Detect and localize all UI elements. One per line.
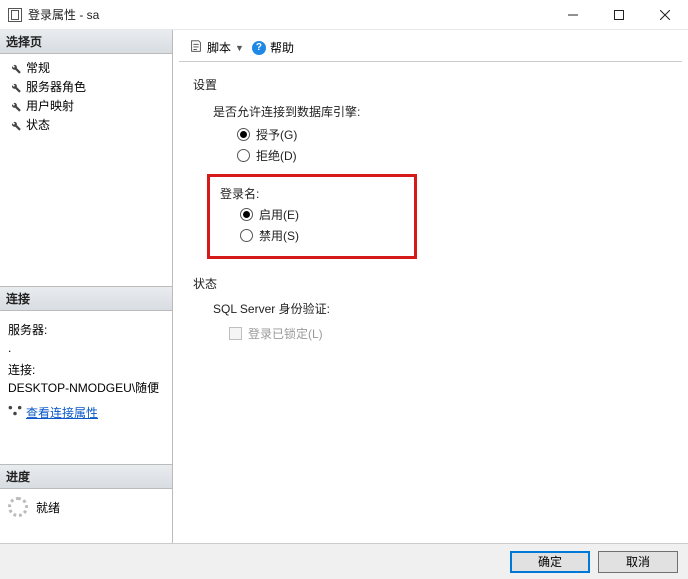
page-item-label: 服务器角色 xyxy=(26,78,86,95)
wrench-icon xyxy=(8,118,22,132)
network-icon xyxy=(8,403,22,422)
radio-icon xyxy=(237,128,250,141)
status-heading: 状态 xyxy=(193,275,668,292)
cancel-label: 取消 xyxy=(626,553,650,570)
login-locked-label: 登录已锁定(L) xyxy=(248,325,323,342)
script-button[interactable]: 脚本 ▼ xyxy=(189,39,244,56)
radio-icon xyxy=(240,229,253,242)
wrench-icon xyxy=(8,61,22,75)
permission-label: 是否允许连接到数据库引擎: xyxy=(213,103,668,120)
cancel-button[interactable]: 取消 xyxy=(598,551,678,573)
toolbar: 脚本 ▼ ? 帮助 xyxy=(179,34,682,62)
login-locked-checkbox: 登录已锁定(L) xyxy=(229,325,668,342)
deny-radio[interactable]: 拒绝(D) xyxy=(237,147,668,164)
connection-value: DESKTOP-NMODGEU\随便 xyxy=(8,379,164,397)
page-list: 常规 服务器角色 用户映射 状态 xyxy=(0,54,172,138)
checkbox-icon xyxy=(229,327,242,340)
wrench-icon xyxy=(8,80,22,94)
ok-label: 确定 xyxy=(538,553,562,570)
script-icon xyxy=(189,39,203,56)
progress-status: 就绪 xyxy=(36,499,60,516)
progress-block: 就绪 xyxy=(0,489,172,525)
server-label: 服务器: xyxy=(8,321,164,339)
spinner-icon xyxy=(8,497,28,517)
progress-header: 进度 xyxy=(0,464,172,489)
disable-label: 禁用(S) xyxy=(259,227,299,244)
view-connection-properties-link[interactable]: 查看连接属性 xyxy=(8,403,98,422)
minimize-button[interactable] xyxy=(550,0,596,30)
login-label: 登录名: xyxy=(220,185,354,202)
page-item-general[interactable]: 常规 xyxy=(4,58,168,77)
main-area: 选择页 常规 服务器角色 用户映射 状态 连接 服务器: . 连 xyxy=(0,30,688,543)
login-highlight-box: 登录名: 启用(E) 禁用(S) xyxy=(207,174,417,259)
grant-label: 授予(G) xyxy=(256,126,297,143)
help-button[interactable]: ? 帮助 xyxy=(252,39,294,56)
sql-auth-label: SQL Server 身份验证: xyxy=(213,300,668,317)
window-title: 登录属性 - sa xyxy=(28,6,99,23)
connection-label: 连接: xyxy=(8,361,164,379)
ok-button[interactable]: 确定 xyxy=(510,551,590,573)
radio-icon xyxy=(240,208,253,221)
disable-radio[interactable]: 禁用(S) xyxy=(240,227,354,244)
page-item-user-mapping[interactable]: 用户映射 xyxy=(4,96,168,115)
help-label: 帮助 xyxy=(270,39,294,56)
deny-label: 拒绝(D) xyxy=(256,147,297,164)
grant-radio[interactable]: 授予(G) xyxy=(237,126,668,143)
script-label: 脚本 xyxy=(207,39,231,56)
connection-info: 服务器: . 连接: DESKTOP-NMODGEU\随便 查看连接属性 xyxy=(0,311,172,428)
chevron-down-icon: ▼ xyxy=(235,43,244,53)
help-icon: ? xyxy=(252,41,266,55)
title-bar: 登录属性 - sa xyxy=(0,0,688,30)
page-item-label: 常规 xyxy=(26,59,50,76)
select-page-header: 选择页 xyxy=(0,30,172,54)
sidebar: 选择页 常规 服务器角色 用户映射 状态 连接 服务器: . 连 xyxy=(0,30,173,543)
enable-radio[interactable]: 启用(E) xyxy=(240,206,354,223)
connection-header: 连接 xyxy=(0,286,172,311)
radio-icon xyxy=(237,149,250,162)
server-value: . xyxy=(8,339,164,357)
page-item-status[interactable]: 状态 xyxy=(4,115,168,134)
content-area: 设置 是否允许连接到数据库引擎: 授予(G) 拒绝(D) 登录名: 启用(E) xyxy=(173,62,688,543)
view-connection-properties-label: 查看连接属性 xyxy=(26,404,98,422)
settings-heading: 设置 xyxy=(193,76,668,93)
page-item-server-roles[interactable]: 服务器角色 xyxy=(4,77,168,96)
page-item-label: 状态 xyxy=(26,116,50,133)
close-button[interactable] xyxy=(642,0,688,30)
enable-label: 启用(E) xyxy=(259,206,299,223)
maximize-button[interactable] xyxy=(596,0,642,30)
app-icon xyxy=(8,8,22,22)
page-item-label: 用户映射 xyxy=(26,97,74,114)
right-pane: 脚本 ▼ ? 帮助 设置 是否允许连接到数据库引擎: 授予(G) 拒绝(D) xyxy=(173,30,688,543)
dialog-buttons: 确定 取消 xyxy=(0,543,688,579)
wrench-icon xyxy=(8,99,22,113)
window-controls xyxy=(550,0,688,30)
